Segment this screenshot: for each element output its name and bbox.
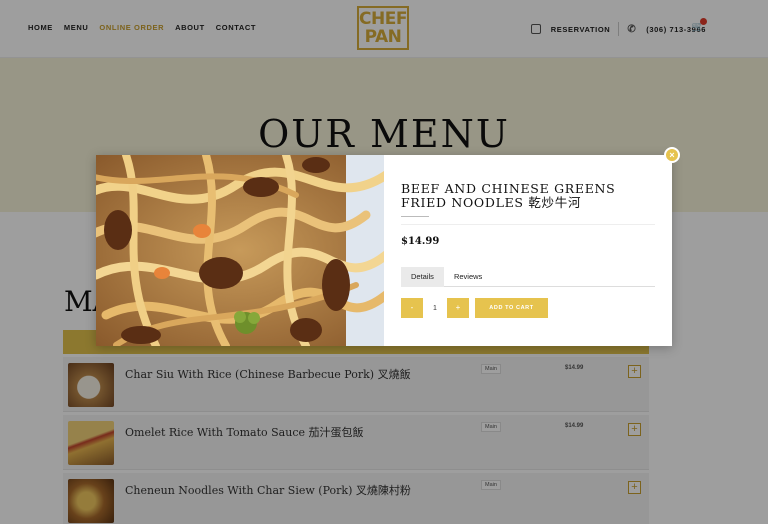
product-modal: BEEF AND CHINESE GREENS FRIED NOODLES 乾炒… <box>96 155 672 346</box>
title-divider <box>401 224 655 225</box>
product-price: $14.99 <box>401 236 440 247</box>
close-icon[interactable]: × <box>664 147 680 163</box>
quantity-value[interactable]: 1 <box>423 305 447 312</box>
product-image <box>96 155 384 346</box>
increase-quantity-button[interactable]: + <box>447 298 469 318</box>
quantity-stepper: - 1 + ADD TO CART <box>401 298 548 318</box>
title-underline <box>401 216 429 217</box>
decrease-quantity-button[interactable]: - <box>401 298 423 318</box>
tab-details[interactable]: Details <box>401 267 444 287</box>
add-to-cart-button[interactable]: ADD TO CART <box>475 298 548 318</box>
tab-reviews[interactable]: Reviews <box>444 267 492 287</box>
product-tabs: Details Reviews <box>401 267 655 287</box>
fried-noodles-photo <box>96 155 384 346</box>
product-info: BEEF AND CHINESE GREENS FRIED NOODLES 乾炒… <box>401 181 655 318</box>
product-title: BEEF AND CHINESE GREENS FRIED NOODLES 乾炒… <box>401 181 616 210</box>
